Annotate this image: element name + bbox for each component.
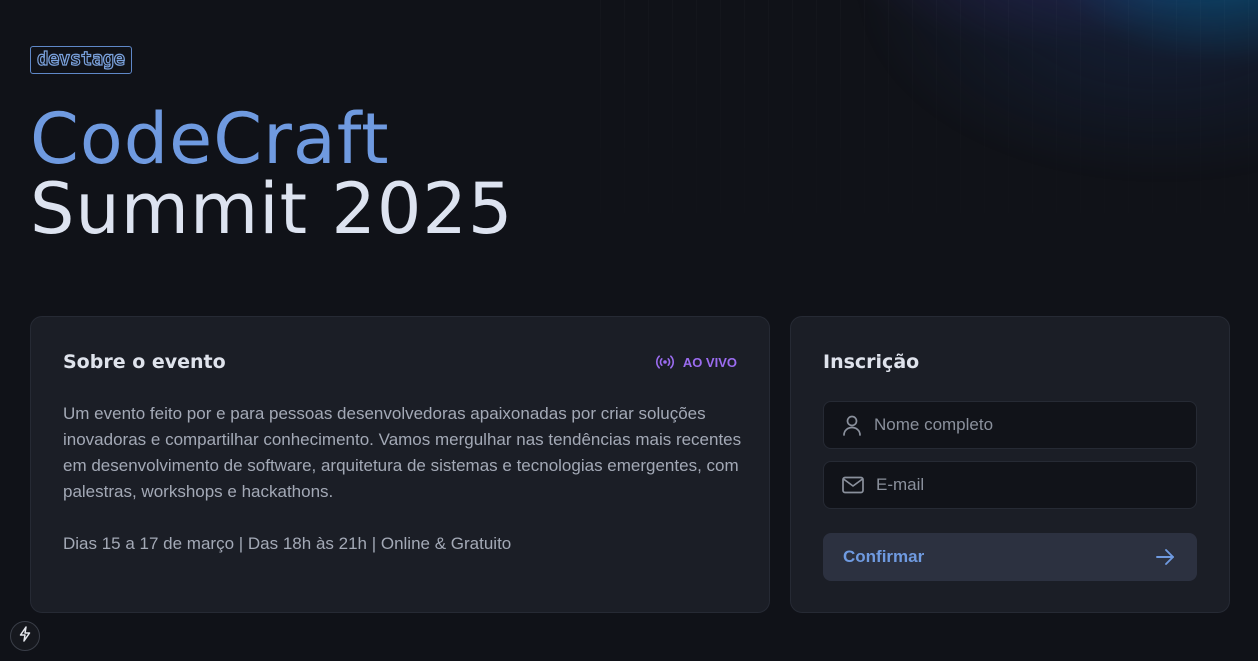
name-input[interactable] (872, 414, 1196, 436)
event-dates: Dias 15 a 17 de março | Das 18h às 21h |… (63, 534, 512, 553)
live-badge: AO VIVO (655, 354, 737, 370)
lightning-icon (18, 626, 32, 646)
confirm-button-label: Confirmar (843, 547, 925, 566)
signup-card: Inscrição Confirmar (790, 316, 1230, 613)
about-card: Sobre o evento AO VIVO Um evento feito p… (30, 316, 770, 613)
user-icon (842, 414, 862, 436)
event-title: CodeCraft Summit 2025 (30, 104, 513, 244)
radio-broadcast-icon (655, 354, 675, 370)
devstage-logo: devstage (30, 46, 132, 74)
event-title-line1: CodeCraft (30, 98, 390, 180)
event-description: Um evento feito por e para pessoas desen… (63, 404, 742, 501)
arrow-right-icon (1155, 548, 1175, 566)
confirm-button[interactable]: Confirmar (823, 533, 1197, 581)
page: devstage CodeCraft Summit 2025 Sobre o e… (0, 0, 1258, 661)
dev-indicator-button[interactable] (10, 621, 40, 651)
email-field (823, 461, 1197, 509)
mail-icon (842, 476, 864, 494)
event-title-line2: Summit 2025 (30, 168, 514, 250)
email-input[interactable] (874, 474, 1196, 496)
live-badge-label: AO VIVO (682, 354, 737, 370)
name-field (823, 401, 1197, 449)
about-title: Sobre o evento (63, 351, 226, 373)
signup-title: Inscrição (823, 351, 920, 373)
background-grid (600, 0, 1258, 310)
